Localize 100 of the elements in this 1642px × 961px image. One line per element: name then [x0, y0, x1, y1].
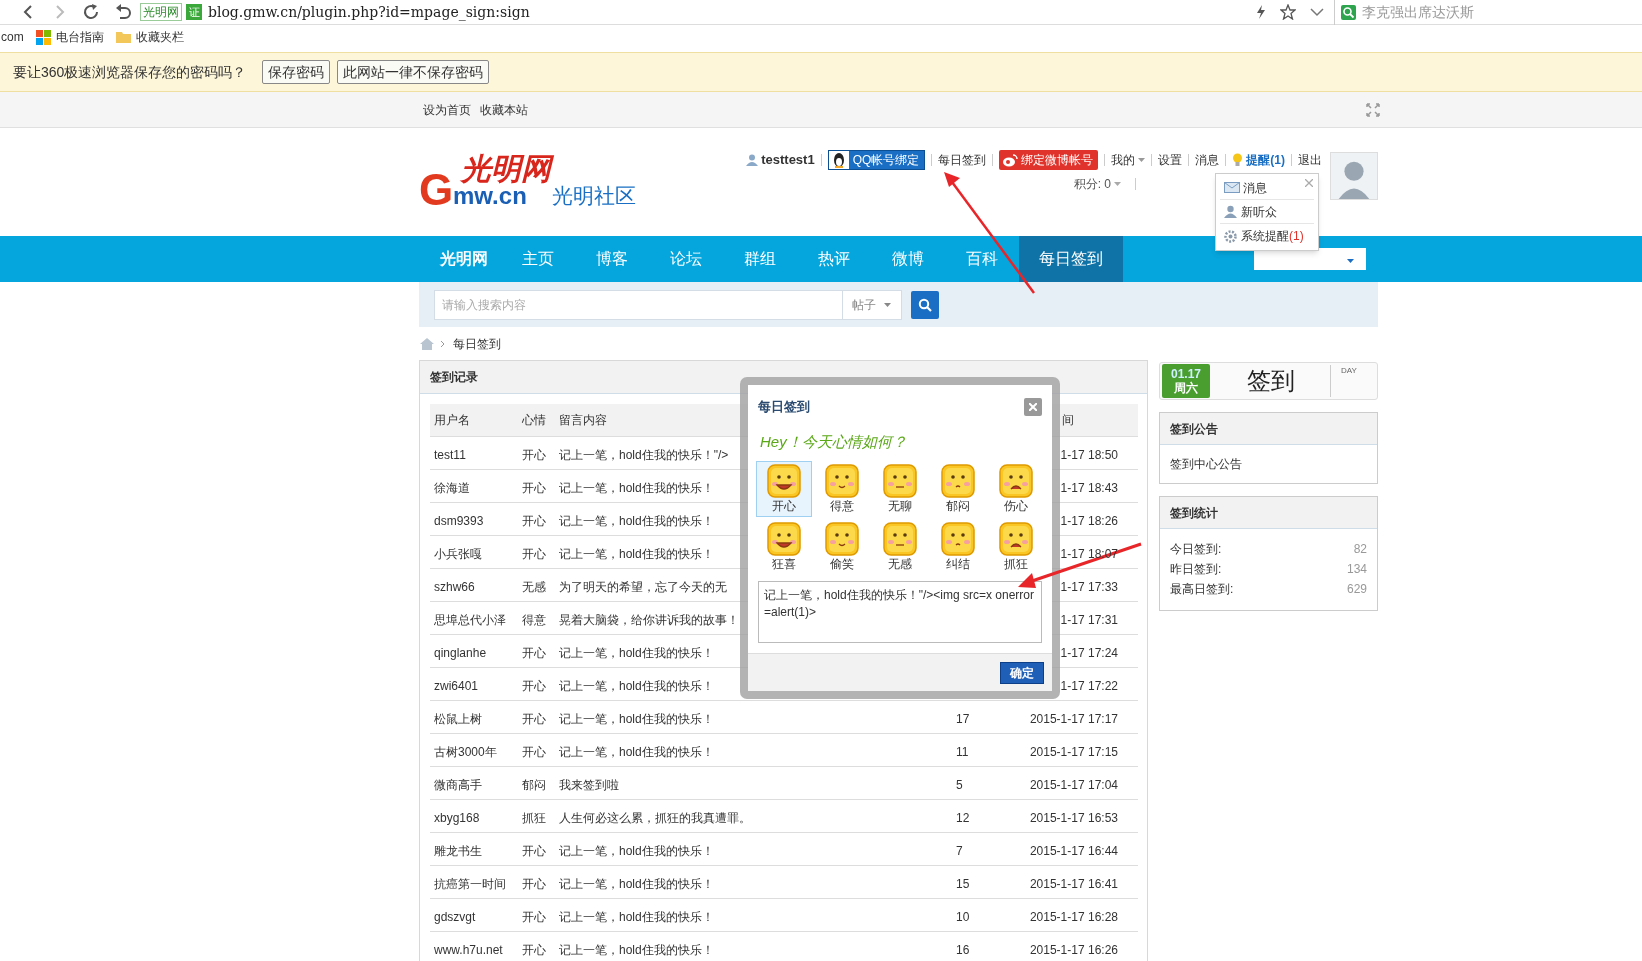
- close-button[interactable]: [1024, 397, 1042, 416]
- address-field[interactable]: blog.gmw.cn/plugin.php?id=mpage_sign:sign: [208, 1, 1248, 23]
- panel-title: 签到记录: [430, 369, 478, 386]
- menu-item[interactable]: 系统提醒(1): [1220, 224, 1314, 248]
- dialog-title: 每日签到: [758, 398, 810, 416]
- stat-label: 今日签到:: [1170, 541, 1222, 558]
- mood-option[interactable]: 偷笑: [814, 519, 870, 575]
- panel-title: 签到统计: [1170, 504, 1218, 522]
- mood-option[interactable]: 开心: [756, 461, 812, 517]
- close-icon: [1029, 402, 1037, 411]
- caret-icon: [1347, 259, 1354, 263]
- search-button[interactable]: [911, 290, 939, 319]
- username-cell[interactable]: www.h7u.net: [434, 943, 503, 957]
- username-cell[interactable]: 思埠总代小泽: [434, 613, 506, 627]
- message-cell: 记上一笔，hold住我的快乐！: [559, 679, 714, 693]
- username-cell[interactable]: qinglanhe: [434, 646, 487, 660]
- day-label: DAY: [1341, 365, 1357, 377]
- username-cell[interactable]: 古树3000年: [434, 745, 497, 759]
- bookmark-link[interactable]: 收藏夹栏: [135, 28, 184, 46]
- greeting-text: Hey！今天心情如何？: [760, 431, 908, 452]
- sign-in-button[interactable]: 签到: [1241, 363, 1301, 399]
- header-link[interactable]: 消息: [1195, 151, 1220, 169]
- reminder-link[interactable]: 提醒(1): [1246, 151, 1285, 169]
- back-icon[interactable]: [22, 4, 34, 20]
- username-cell[interactable]: szhw66: [434, 580, 475, 594]
- bookmark-link[interactable]: 电台指南: [55, 28, 104, 46]
- header-link[interactable]: 设置: [1158, 151, 1183, 169]
- site-tag: 光明网: [140, 3, 182, 21]
- time-cell: 1-17 18:50: [1060, 448, 1118, 462]
- mood-option[interactable]: 伤心: [988, 461, 1044, 517]
- message-cell: 记上一笔，hold住我的快乐！"/>: [559, 448, 729, 462]
- message-cell: 记上一笔，hold住我的快乐！: [559, 481, 714, 495]
- username-cell[interactable]: test11: [434, 448, 466, 462]
- message-textarea[interactable]: 记上一笔，hold住我的快乐！"/><img src=x onerror=alert(1)>: [758, 581, 1042, 643]
- username-cell[interactable]: zwi6401: [434, 679, 479, 693]
- mood-option[interactable]: 无聊: [872, 461, 928, 517]
- mood-option[interactable]: 抓狂: [988, 519, 1044, 575]
- password-bar-button[interactable]: 保存密码: [262, 60, 331, 84]
- stat-value: 82: [1353, 541, 1367, 558]
- menu-item[interactable]: 新听众: [1220, 200, 1314, 224]
- close-icon[interactable]: [1305, 179, 1313, 187]
- mood-option[interactable]: 无感: [872, 519, 928, 575]
- chevron-down-icon[interactable]: [1310, 7, 1324, 17]
- mood-option[interactable]: 得意: [814, 461, 870, 517]
- caret-icon: [1138, 158, 1146, 162]
- certificate-badge: 证: [186, 4, 202, 20]
- mood-cell: 开心: [522, 514, 546, 528]
- header-link[interactable]: 每日签到: [938, 151, 987, 169]
- notice-text: 签到中心公告: [1170, 456, 1242, 473]
- mood-option[interactable]: 郁闷: [930, 461, 986, 517]
- username-cell[interactable]: dsm9393: [434, 514, 484, 528]
- message-cell: 记上一笔，hold住我的快乐！: [559, 514, 714, 528]
- time-cell: 2015-1-17 16:44: [1029, 844, 1118, 858]
- mood-option[interactable]: 纠结: [930, 519, 986, 575]
- lightbulb-icon: [1232, 153, 1244, 167]
- top-link[interactable]: 收藏本站: [480, 100, 528, 119]
- password-bar-button[interactable]: 此网站一律不保存密码: [337, 60, 490, 84]
- mood-cell: 开心: [522, 877, 546, 891]
- folder-icon: [115, 31, 131, 43]
- username-cell[interactable]: 微商高手: [434, 778, 482, 792]
- emoticon-icon: [767, 522, 801, 556]
- chevron-right-icon: [440, 339, 445, 348]
- lightning-icon[interactable]: [1256, 5, 1266, 19]
- username-cell[interactable]: 雕龙书生: [434, 844, 482, 858]
- stat-value: 629: [1346, 581, 1367, 598]
- expand-icon[interactable]: [1366, 102, 1380, 117]
- undo-icon[interactable]: [114, 3, 132, 21]
- bookmark-link[interactable]: com: [1, 28, 24, 46]
- star-icon[interactable]: [1280, 4, 1296, 20]
- menu-item[interactable]: 消息: [1220, 176, 1314, 200]
- mood-cell: 开心: [522, 448, 546, 462]
- emoticon-icon: [825, 464, 859, 498]
- mood-cell: 开心: [522, 547, 546, 561]
- username-cell[interactable]: 小兵张嘎: [434, 547, 482, 561]
- search-scope-select[interactable]: 帖子: [843, 289, 902, 320]
- confirm-button[interactable]: 确定: [1000, 661, 1044, 684]
- caret-icon: [1114, 182, 1121, 186]
- username-cell[interactable]: gdszvgt: [434, 910, 476, 924]
- weibo-eye-icon: [1002, 153, 1019, 167]
- points-menu[interactable]: 积分: 0: [1073, 175, 1121, 193]
- username-cell[interactable]: 松鼠上树: [434, 712, 482, 726]
- mood-option[interactable]: 狂喜: [756, 519, 812, 575]
- user-icon: [746, 154, 759, 166]
- username-cell[interactable]: 抗癌第一时间: [434, 877, 506, 891]
- time-cell: 1-17 17:24: [1060, 646, 1118, 660]
- weibo-bind-button[interactable]: 绑定微博帐号: [999, 150, 1099, 170]
- logo-initial: G: [419, 166, 454, 214]
- qq-bind-button[interactable]: QQ帐号绑定: [827, 150, 926, 170]
- count-cell: 5: [956, 778, 963, 792]
- refresh-icon[interactable]: [82, 3, 100, 21]
- header-link[interactable]: 退出: [1298, 151, 1322, 169]
- username[interactable]: testtest1: [761, 150, 815, 170]
- my-menu-link[interactable]: 我的: [1111, 151, 1146, 169]
- mood-cell: 开心: [522, 943, 546, 957]
- username-cell[interactable]: 徐海道: [434, 481, 470, 495]
- top-link[interactable]: 设为首页: [423, 100, 471, 119]
- nav-item[interactable]: 每日签到: [1019, 236, 1123, 282]
- message-cell: 记上一笔，hold住我的快乐！: [559, 943, 714, 957]
- username-cell[interactable]: xbyg168: [434, 811, 480, 825]
- message-cell: 记上一笔，hold住我的快乐！: [559, 646, 714, 660]
